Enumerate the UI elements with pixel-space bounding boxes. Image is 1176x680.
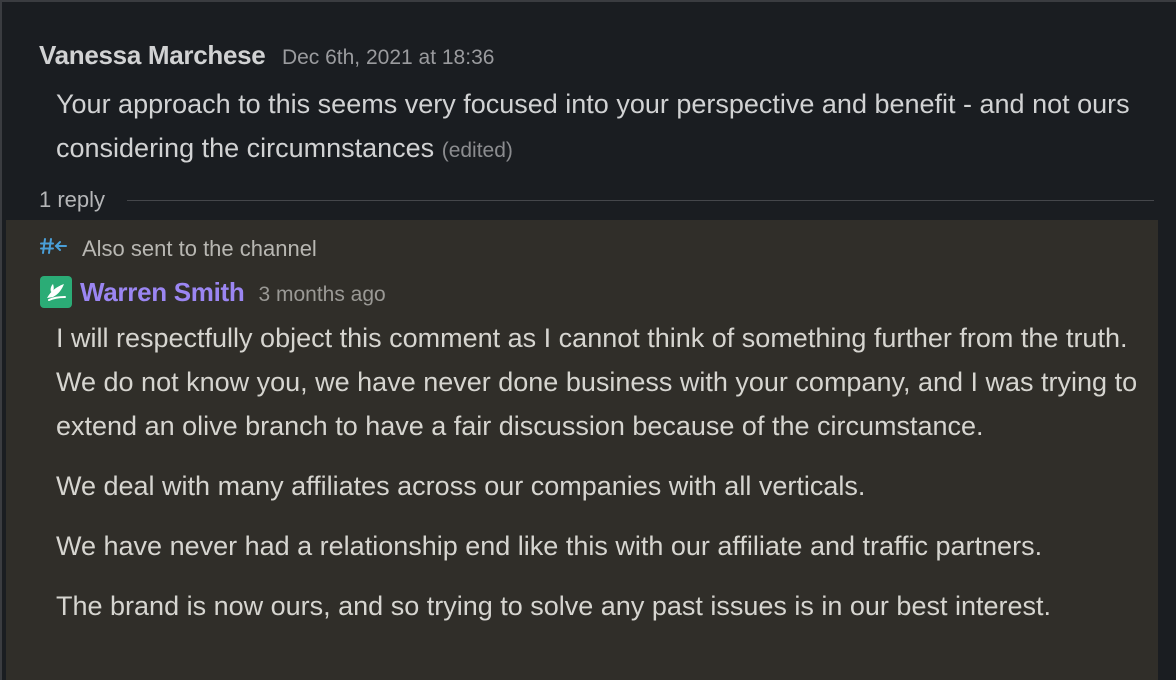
reply-paragraph: We deal with many affiliates across our … (56, 471, 866, 501)
message-thread-pane: Vanessa Marchese Dec 6th, 2021 at 18:36 … (0, 0, 1176, 680)
channel-broadcast-icon (40, 236, 70, 262)
reply-paragraph: The brand is now ours, and so trying to … (56, 591, 1052, 621)
reply-timestamp[interactable]: 3 months ago (258, 283, 385, 307)
parent-message-text: Your approach to this seems very focused… (56, 82, 1136, 173)
leaf-logo-icon[interactable] (40, 276, 72, 308)
reply-message: Also sent to the channel Warren Smith 3 … (6, 220, 1158, 680)
reply-author-name[interactable]: Warren Smith (80, 277, 245, 308)
edited-label: (edited) (441, 139, 513, 162)
parent-message-body: Your approach to this seems very focused… (56, 89, 1130, 163)
parent-author-name[interactable]: Vanessa Marchese (39, 40, 266, 70)
scroll-gutter (1158, 2, 1176, 680)
also-sent-banner: Also sent to the channel (40, 236, 317, 262)
reply-paragraph: We have never had a relationship end lik… (56, 531, 1043, 561)
reply-count-link[interactable]: 1 reply (39, 187, 105, 213)
reply-count-row: 1 reply (39, 185, 1154, 215)
reply-message-body: I will respectfully object this comment … (56, 316, 1146, 644)
parent-message: Vanessa Marchese Dec 6th, 2021 at 18:36 … (2, 2, 1158, 220)
also-sent-label[interactable]: Also sent to the channel (82, 236, 317, 262)
reply-divider (127, 199, 1154, 201)
reply-paragraph: I will respectfully object this comment … (56, 323, 1138, 441)
reply-message-header: Warren Smith 3 months ago (40, 276, 386, 308)
parent-message-header: Vanessa Marchese Dec 6th, 2021 at 18:36 (39, 40, 494, 71)
parent-timestamp[interactable]: Dec 6th, 2021 at 18:36 (282, 46, 495, 69)
